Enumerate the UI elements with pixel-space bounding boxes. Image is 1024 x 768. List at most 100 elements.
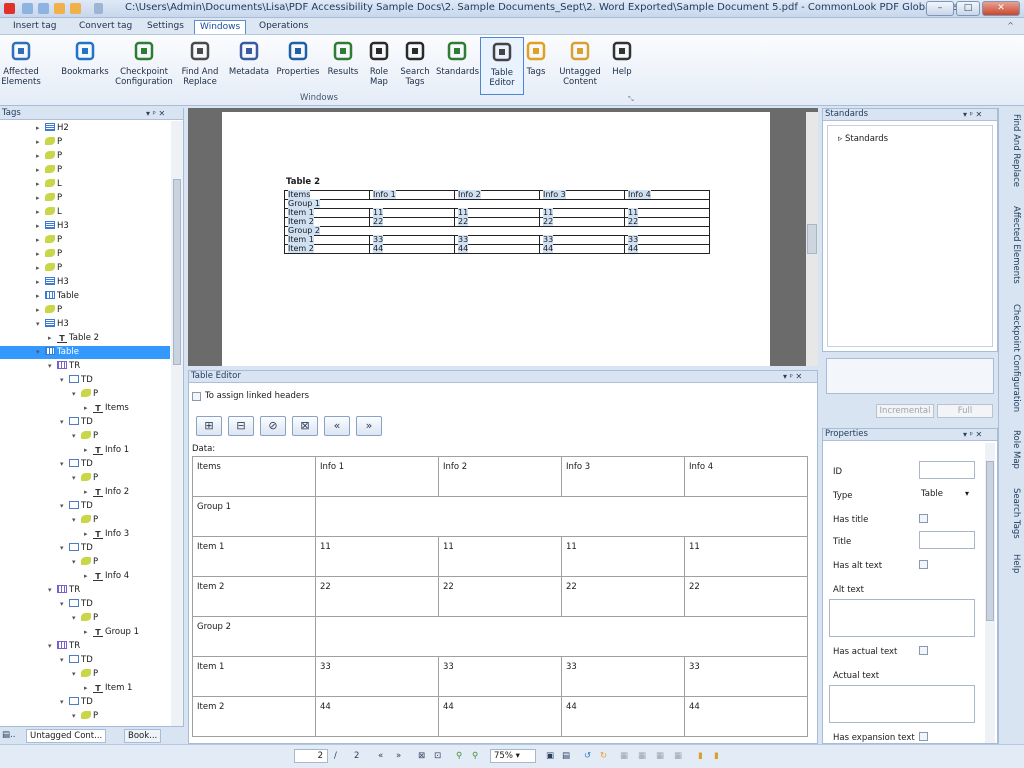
split-cells-button[interactable]: ⊘ [260, 416, 286, 436]
tag-node[interactable]: ▾ TD [60, 654, 93, 667]
tag-node[interactable]: ▸ T Info 3 [84, 528, 129, 541]
view-mode-3-icon[interactable]: ▦ [656, 751, 664, 761]
save-icon[interactable] [22, 3, 33, 14]
expand-arrow-icon[interactable]: ▸ [84, 570, 93, 583]
editor-cell[interactable]: Info 4 [684, 456, 808, 497]
expand-arrow-icon[interactable]: ▸ [36, 122, 45, 135]
collapse-arrow-icon[interactable]: ▾ [72, 556, 81, 569]
collapse-arrow-icon[interactable]: ▾ [60, 500, 69, 513]
view-mode-4-icon[interactable]: ▦ [674, 751, 682, 761]
tag-node[interactable]: ▸ P [36, 164, 62, 177]
standards-tree[interactable]: ▹ Standards [827, 125, 993, 347]
collapse-arrow-icon[interactable]: ▾ [60, 654, 69, 667]
tag-node[interactable]: ▸ T Table 2 [48, 332, 99, 345]
tag-node[interactable]: ▾ Table [0, 346, 170, 359]
standards-controls[interactable]: ▾ ᵖ ✕ [963, 109, 982, 120]
editor-cell[interactable]: Info 1 [315, 456, 439, 497]
tag-node[interactable]: ▾ P [72, 388, 98, 401]
tag-node[interactable]: ▾ P [72, 556, 98, 569]
tag-node[interactable]: ▸ T Item 1 [84, 682, 132, 695]
tag-node[interactable]: ▸ P [36, 150, 62, 163]
document-table-cell[interactable]: 44 [624, 244, 710, 254]
next-table-button[interactable]: » [356, 416, 382, 436]
collapse-arrow-icon[interactable]: ▾ [72, 514, 81, 527]
close-button[interactable]: ✕ [982, 1, 1020, 16]
rotate-left-icon[interactable]: ↺ [584, 751, 591, 761]
editor-cell[interactable]: Info 3 [561, 456, 685, 497]
editor-cell[interactable]: 33 [684, 656, 808, 697]
collapse-arrow-icon[interactable]: ▾ [72, 430, 81, 443]
previous-page-button[interactable]: « [378, 751, 383, 761]
tag-node[interactable]: ▾ TD [60, 374, 93, 387]
has-title-checkbox[interactable] [919, 514, 928, 523]
document-table-cell[interactable]: 22 [369, 217, 455, 227]
document-scrollbar[interactable] [806, 112, 818, 366]
tags-scrollbar[interactable] [171, 121, 183, 731]
tag-node[interactable]: ▸ Table [36, 290, 79, 303]
tag-node[interactable]: ▸ P [36, 136, 62, 149]
tag-node[interactable]: ▸ P [36, 262, 62, 275]
editor-cell[interactable]: 44 [438, 696, 562, 737]
editor-cell[interactable]: 44 [315, 696, 439, 737]
expand-arrow-icon[interactable]: ▸ [36, 178, 45, 191]
collapse-arrow-icon[interactable]: ▾ [72, 710, 81, 723]
maximize-button[interactable]: □ [956, 1, 980, 16]
editor-cell[interactable]: Info 2 [438, 456, 562, 497]
type-dropdown-icon[interactable]: ▾ [965, 489, 969, 498]
tag-node[interactable]: ▾ TD [60, 598, 93, 611]
tab-bookmarks[interactable]: Book... [124, 729, 162, 743]
editor-cell[interactable]: Item 1 [192, 656, 316, 697]
ribbon-metadata-button[interactable]: Metadata [226, 37, 272, 95]
collapse-arrow-icon[interactable]: ▾ [48, 640, 57, 653]
collapse-arrow-icon[interactable]: ▾ [60, 416, 69, 429]
tag-node[interactable]: ▸ P [36, 192, 62, 205]
ribbon-checkpoint-button[interactable]: Checkpoint Configuration [112, 37, 176, 95]
document-table-cell[interactable]: Info 4 [624, 190, 710, 200]
editor-cell[interactable]: 44 [561, 696, 685, 737]
ribbon-find-replace-button[interactable]: Find And Replace [178, 37, 222, 95]
editor-cell[interactable]: 33 [315, 656, 439, 697]
tag-node[interactable]: ▾ P [72, 430, 98, 443]
expand-arrow-icon[interactable]: ▸ [84, 486, 93, 499]
tag-node[interactable]: ▾ TR [48, 360, 80, 373]
editor-cell[interactable]: 22 [684, 576, 808, 617]
ribbon-search-button[interactable]: Search Tags [398, 37, 432, 95]
fit-width-icon[interactable]: ▤ [562, 751, 570, 761]
collapse-arrow-icon[interactable]: ▾ [60, 374, 69, 387]
side-tab-search-tags[interactable]: Search Tags [1001, 488, 1021, 539]
tag-node[interactable]: ▸ L [36, 178, 62, 191]
expand-arrow-icon[interactable]: ▸ [36, 150, 45, 163]
side-tab-find-and-replace[interactable]: Find And Replace [1001, 114, 1021, 187]
tag-node[interactable]: ▾ TD [60, 500, 93, 513]
expand-arrow-icon[interactable]: ▸ [36, 290, 45, 303]
editor-merged-cell[interactable] [315, 496, 808, 537]
editor-cell[interactable]: 22 [315, 576, 439, 617]
minimize-button[interactable]: – [926, 1, 954, 16]
tag-node[interactable]: ▸ P [36, 304, 62, 317]
editor-cell[interactable]: 33 [438, 656, 562, 697]
menu-windows[interactable]: Windows [194, 20, 247, 34]
side-tab-help[interactable]: Help [1001, 554, 1021, 573]
expand-arrow-icon[interactable]: ▸ [36, 164, 45, 177]
editor-merged-cell[interactable] [315, 616, 808, 657]
properties-controls[interactable]: ▾ ᵖ ✕ [963, 429, 982, 440]
has-expansion-text-checkbox[interactable] [919, 732, 928, 741]
tag-node[interactable]: ▸ H3 [36, 220, 69, 233]
menu-operations[interactable]: Operations [254, 20, 313, 34]
next-page-button[interactable]: » [396, 751, 401, 761]
editor-cell[interactable]: Item 1 [192, 536, 316, 577]
tag-node[interactable]: ▾ TD [60, 416, 93, 429]
view-mode-2-icon[interactable]: ▦ [638, 751, 646, 761]
quick-access-dropdown-icon[interactable] [94, 3, 103, 14]
expand-arrow-icon[interactable]: ▸ [84, 626, 93, 639]
tag-node[interactable]: ▾ P [72, 710, 98, 723]
tag-node[interactable]: ▾ TD [60, 696, 93, 709]
actual-text-field[interactable] [829, 685, 975, 723]
insert-column-button[interactable]: ⊟ [228, 416, 254, 436]
collapse-arrow-icon[interactable]: ▾ [60, 542, 69, 555]
title-field[interactable] [919, 531, 975, 549]
tag-node[interactable]: ▾ P [72, 514, 98, 527]
document-table-cell[interactable]: 44 [539, 244, 625, 254]
document-table-cell[interactable]: Info 2 [454, 190, 540, 200]
tag-node[interactable]: ▸ P [36, 234, 62, 247]
